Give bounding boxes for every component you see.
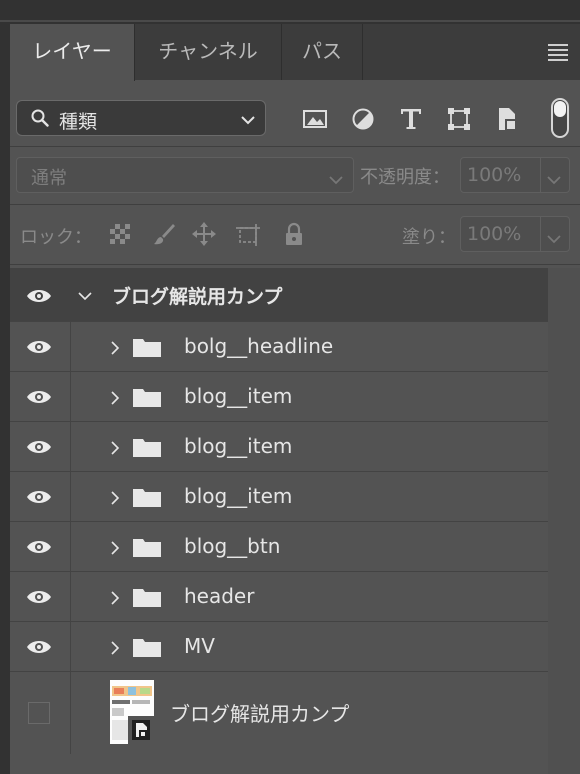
divider	[10, 146, 580, 147]
tab-paths[interactable]: パス	[282, 24, 363, 80]
folder-icon	[132, 536, 162, 558]
layer-name: ブログ解説用カンプ	[170, 702, 350, 726]
folder-icon	[132, 436, 162, 458]
divider	[10, 204, 580, 205]
folder-icon	[132, 636, 162, 658]
kind-filter-label: 種類	[59, 111, 98, 133]
folder-icon	[132, 586, 162, 608]
layer-name: bolg__headline	[184, 334, 334, 358]
lock-row: ロック： 塗り： 100%	[10, 206, 580, 262]
kind-filter-select[interactable]: 種類	[16, 100, 266, 136]
eye-visibility-icon[interactable]	[26, 389, 52, 405]
scrollbar-track[interactable]	[548, 268, 580, 774]
opacity-label: 不透明度：	[360, 167, 450, 188]
chevron-right-icon[interactable]	[108, 390, 122, 405]
fill-field[interactable]: 100%	[460, 216, 570, 252]
smart-object-layer-row[interactable]: ブログ解説用カンプ	[10, 672, 548, 754]
layer-row[interactable]: blog__item	[10, 422, 548, 472]
eye-visibility-icon[interactable]	[26, 439, 52, 455]
chevron-down-icon	[329, 170, 343, 189]
layer-row[interactable]: blog__item	[10, 472, 548, 522]
divider	[70, 522, 71, 571]
chevron-right-icon[interactable]	[108, 490, 122, 505]
layer-group-row[interactable]: ブログ解説用カンプ	[10, 268, 548, 322]
tab-channels[interactable]: チャンネル	[135, 24, 282, 80]
layer-name: blog__item	[184, 484, 293, 508]
image-filter-icon[interactable]	[302, 106, 328, 132]
layer-name: MV	[184, 634, 215, 658]
chevron-down-icon	[241, 111, 255, 130]
divider	[70, 422, 71, 471]
shape-filter-icon[interactable]	[446, 106, 472, 132]
adjustment-filter-icon[interactable]	[350, 106, 376, 132]
chevron-right-icon[interactable]	[108, 590, 122, 605]
tab-layers[interactable]: レイヤー	[10, 24, 135, 81]
blend-row: 通常 不透明度： 100%	[10, 148, 580, 200]
eye-visibility-icon[interactable]	[26, 339, 52, 355]
layer-row[interactable]: MV	[10, 622, 548, 672]
type-filter-icon[interactable]	[398, 106, 424, 132]
blend-mode-select[interactable]: 通常	[16, 157, 354, 193]
folder-icon	[132, 486, 162, 508]
layer-name: ブログ解説用カンプ	[112, 286, 283, 308]
search-icon	[31, 109, 49, 131]
chevron-down-icon[interactable]	[78, 288, 92, 302]
folder-icon	[132, 386, 162, 408]
opacity-value: 100%	[467, 164, 522, 186]
panel-menu-icon[interactable]	[548, 44, 568, 61]
layer-name: blog__item	[184, 434, 293, 458]
fill-value: 100%	[467, 223, 522, 245]
chevron-down-icon	[547, 229, 561, 248]
layer-row[interactable]: blog__item	[10, 372, 548, 422]
layer-row[interactable]: blog__btn	[10, 522, 548, 572]
chevron-right-icon[interactable]	[108, 640, 122, 655]
blend-mode-label: 通常	[31, 168, 67, 189]
smart-object-filter-icon[interactable]	[494, 106, 520, 132]
layers-panel: レイヤー チャンネル パス 種類 通常 不透明度： 100% ロック： 塗り： …	[10, 24, 580, 774]
layer-name: blog__item	[184, 384, 293, 408]
eye-visibility-icon[interactable]	[26, 539, 52, 555]
lock-label: ロック：	[20, 227, 92, 248]
lock-transparent-pixels-icon[interactable]	[108, 222, 132, 246]
folder-icon	[132, 336, 162, 358]
filter-toggle-switch[interactable]	[551, 98, 569, 138]
divider	[10, 264, 580, 265]
layer-name: blog__btn	[184, 534, 281, 558]
divider	[70, 622, 71, 671]
chevron-down-icon	[547, 170, 561, 189]
divider	[70, 672, 71, 754]
eye-visibility-icon[interactable]	[26, 639, 52, 655]
layer-name: header	[184, 584, 255, 608]
divider	[70, 472, 71, 521]
chevron-right-icon[interactable]	[108, 440, 122, 455]
divider	[70, 322, 71, 371]
chevron-right-icon[interactable]	[108, 340, 122, 355]
opacity-field[interactable]: 100%	[460, 157, 570, 193]
eye-visibility-icon[interactable]	[26, 589, 52, 605]
lock-position-move-icon[interactable]	[192, 222, 216, 246]
visibility-checkbox[interactable]	[28, 702, 50, 724]
fill-label: 塗り：	[402, 227, 456, 248]
divider	[70, 572, 71, 621]
divider	[70, 372, 71, 421]
layer-thumbnail	[110, 680, 154, 744]
lock-artboard-icon[interactable]	[236, 222, 260, 246]
eye-visibility-icon[interactable]	[26, 288, 52, 304]
tab-bar: レイヤー チャンネル パス	[10, 24, 580, 81]
top-divider	[0, 20, 580, 22]
lock-all-padlock-icon[interactable]	[282, 222, 306, 246]
layer-row[interactable]: bolg__headline	[10, 322, 548, 372]
chevron-right-icon[interactable]	[108, 540, 122, 555]
filter-row: 種類	[10, 80, 580, 144]
eye-visibility-icon[interactable]	[26, 489, 52, 505]
layer-row[interactable]: header	[10, 572, 548, 622]
lock-image-pixels-brush-icon[interactable]	[152, 222, 176, 246]
